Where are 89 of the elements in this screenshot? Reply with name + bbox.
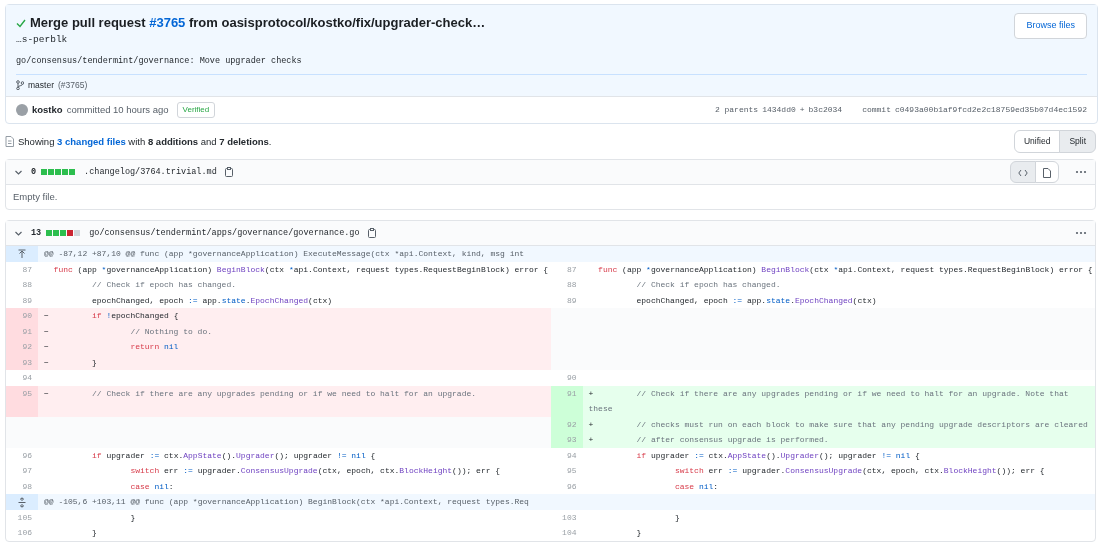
pr-link[interactable]: #3765 <box>149 15 186 30</box>
code-line: case nil: <box>673 481 719 491</box>
code-line: // Check if epoch has changed. <box>91 280 237 290</box>
code-line: + // checks must run on each block to make sure that any pending upgrade descriptors are cleared <box>588 419 1088 429</box>
plus-separator: + <box>799 104 805 117</box>
code-line: } <box>673 512 680 522</box>
code-line: switch err := upgrader.ConsensusUpgrade(ctx, epoch, ctx.BlockHeight()); err { <box>673 466 1045 476</box>
line-number: 88 <box>22 280 32 290</box>
line-number: 87 <box>22 264 32 274</box>
line-number: 88 <box>566 280 577 290</box>
commit-description: …s-perblk <box>16 32 69 47</box>
check-icon <box>16 17 26 28</box>
line-number: 96 <box>566 481 577 491</box>
line-number: 95 <box>22 388 32 398</box>
line-number: 90 <box>22 311 32 321</box>
avatar-icon[interactable] <box>16 104 28 117</box>
clipboard-icon[interactable] <box>224 167 233 177</box>
parents-label: 2 parents <box>714 104 759 117</box>
file-diff-icon <box>5 136 14 148</box>
expand-icon[interactable] <box>17 496 27 508</box>
code-line: case nil: <box>129 481 174 491</box>
commit-label: commit <box>862 104 891 117</box>
empty-file-note: Empty file. <box>12 190 59 204</box>
code-line: // Check if epoch has changed. <box>635 280 781 290</box>
code-line: func (app *governanceApplication) BeginBlock(ctx *api.Context, request types.RequestBeginBlock) error { <box>597 264 1093 274</box>
kebab-menu-icon[interactable] <box>1075 231 1087 236</box>
line-number: 91 <box>566 388 577 398</box>
code-line: − // Check if there are any upgrades pending or if we need to halt for an upgrade. <box>44 388 477 398</box>
code-line: − if !epochChanged { <box>44 311 179 321</box>
code-line: } <box>635 528 642 538</box>
branch-pr: (#3765) <box>58 78 88 92</box>
parent-link[interactable]: b3c2034 <box>808 104 843 117</box>
author-link[interactable]: kostko <box>32 103 63 118</box>
line-number: 94 <box>22 373 32 383</box>
parent-link[interactable]: 1434dd0 <box>762 104 796 117</box>
line-number: 103 <box>562 512 577 522</box>
code-line: epochChanged, epoch := app.state.EpochChanged(ctx) <box>635 295 877 305</box>
commit-message: go/consensus/tendermint/governance: Move upgrader checks <box>16 54 303 68</box>
view-mode-tab[interactable]: Split <box>1059 130 1096 153</box>
kebab-menu-icon[interactable] <box>1075 170 1087 174</box>
clipboard-icon[interactable] <box>367 228 376 239</box>
branch-icon <box>16 79 24 90</box>
changed-files-link[interactable]: 3 changed files <box>57 135 126 147</box>
hunk-header: @@ -87,12 +87,10 @@ func (app *governanceApplication) ExecuteMessage(ctx *api.Context, kind, msg int <box>38 246 1095 262</box>
change-count: 13 <box>31 226 42 240</box>
code-line: + // after consensus upgrade is performed. <box>588 435 829 445</box>
hunk-header: @@ -105,6 +103,11 @@ func (app *governanceApplication) BeginBlock(ctx *api.Context, request types.Req <box>38 494 1095 510</box>
expand-up-icon[interactable] <box>17 248 27 260</box>
changes-summary: Showing 3 changed files with 8 additions and 7 deletions. <box>18 134 272 149</box>
view-mode-tab[interactable]: Unified <box>1014 130 1061 153</box>
file-path[interactable]: .changelog/3764.trivial.md <box>84 165 217 179</box>
line-number: 89 <box>22 295 32 305</box>
line-number: 106 <box>17 528 32 538</box>
line-number: 93 <box>22 357 32 367</box>
line-number: 104 <box>562 528 577 538</box>
code-line: if upgrader := ctx.AppState().Upgrader(); upgrader != nil { <box>91 450 376 460</box>
line-number: 96 <box>22 450 32 460</box>
commit-sha: c0493a00b1af9fcd2e2c18759ed35b07d4ec1592 <box>894 104 1087 117</box>
line-number: 92 <box>22 342 32 352</box>
line-number: 98 <box>22 481 32 491</box>
code-line: epochChanged, epoch := app.state.EpochChanged(ctx) <box>91 295 333 305</box>
code-line: func (app *governanceApplication) BeginBlock(ctx *api.Context, request types.RequestBeginBlock) error { <box>52 264 549 274</box>
line-number: 95 <box>566 466 577 476</box>
code-line: switch err := upgrader.ConsensusUpgrade(ctx, epoch, ctx.BlockHeight()); err { <box>129 466 501 476</box>
line-number: 91 <box>22 326 32 336</box>
file-icon <box>1043 167 1051 178</box>
code-line: − // Nothing to do. <box>44 326 213 336</box>
line-number: 105 <box>17 512 32 522</box>
code-line: + // Check if there are any upgrades pending or if we need to halt for an upgrade. Note that these <box>588 388 1070 414</box>
code-line: } <box>129 512 136 522</box>
line-number: 89 <box>566 295 577 305</box>
line-number: 92 <box>566 419 577 429</box>
code-icon <box>1018 168 1028 177</box>
code-line: if upgrader := ctx.AppState().Upgrader(); upgrader != nil { <box>635 450 920 460</box>
commit-time: committed 10 hours ago <box>66 103 169 118</box>
browse-files-button[interactable]: Browse files <box>1014 13 1087 39</box>
line-number: 97 <box>22 466 32 476</box>
code-line: − return nil <box>44 342 179 352</box>
line-number: 87 <box>566 264 577 274</box>
file-view-button[interactable] <box>1035 161 1059 183</box>
line-number: 94 <box>566 450 577 460</box>
line-number: 90 <box>566 373 577 383</box>
change-count: 0 <box>31 165 37 179</box>
branch-name[interactable]: master <box>28 78 54 92</box>
line-number: 93 <box>566 435 577 445</box>
commit-title: Merge pull request #3765 from oasisprotocol/kostko/fix/upgrader-check… <box>30 14 486 32</box>
code-line: − } <box>44 357 97 367</box>
code-line: } <box>91 528 97 538</box>
file-path[interactable]: go/consensus/tendermint/apps/governance/governance.go <box>89 226 360 240</box>
